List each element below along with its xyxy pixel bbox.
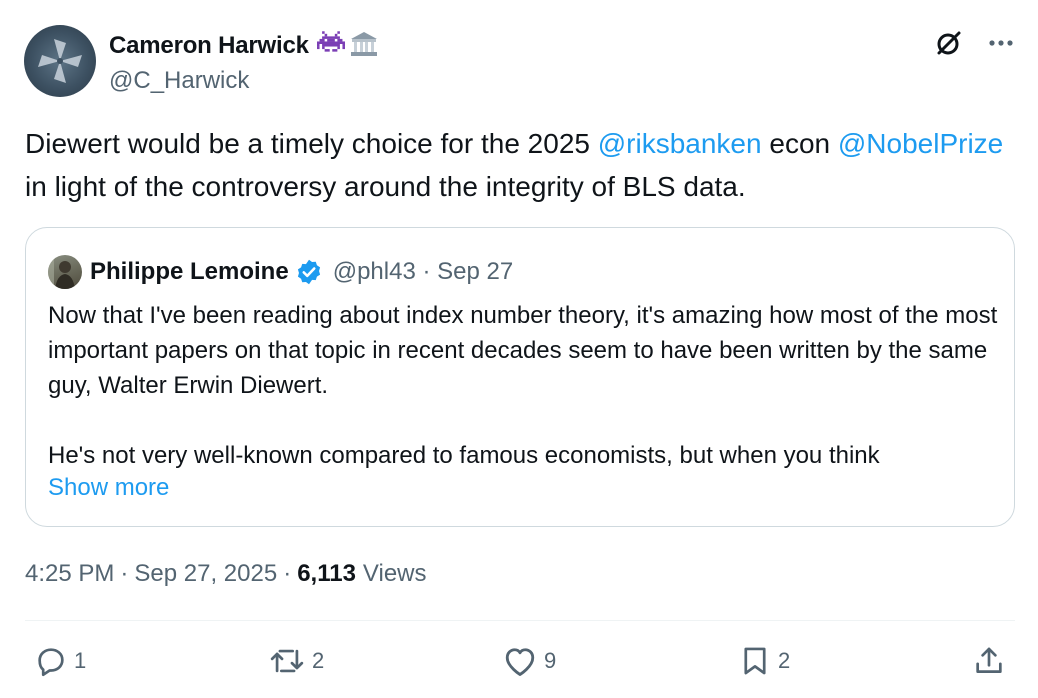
quoted-tweet-card[interactable]: Philippe Lemoine @phl43 · Sep 27 Now tha…: [25, 227, 1015, 527]
author-handle[interactable]: @C_Harwick: [109, 67, 249, 95]
quoted-paragraph: He's not very well-known compared to fam…: [48, 442, 880, 469]
quoted-paragraph: Now that I've been reading about index n…: [48, 302, 998, 399]
mention-nobelprize-link[interactable]: @NobelPrize: [838, 128, 1003, 159]
like-button[interactable]: 9: [502, 644, 556, 678]
bookmark-count: 2: [778, 648, 791, 673]
views-label: Views: [362, 560, 427, 587]
top-actions: [934, 29, 1014, 57]
repost-button[interactable]: 2: [268, 644, 324, 678]
heart-icon: [505, 648, 535, 676]
alien-monster-icon: [316, 30, 345, 62]
tweet-text: Diewert would be a timely choice for the…: [25, 122, 1005, 208]
more-icon[interactable]: [988, 39, 1014, 47]
divider: [25, 620, 1015, 621]
quoted-handle-date[interactable]: @phl43 · Sep 27: [333, 258, 513, 286]
tweet-time[interactable]: 4:25 PM: [25, 560, 114, 588]
like-count: 9: [544, 648, 557, 673]
reply-count: 1: [74, 648, 87, 673]
tweet-text-part: Diewert would be a timely choice for the…: [25, 128, 598, 159]
verified-badge-icon: [295, 258, 323, 286]
tweet-meta: 4:25 PM · Sep 27, 2025 · 6,113 Views: [25, 560, 427, 588]
reply-icon: [38, 648, 64, 677]
quoted-author-avatar[interactable]: [48, 255, 82, 289]
share-icon: [976, 647, 1002, 673]
tweet-text-part: in light of the controversy around the i…: [25, 171, 746, 202]
action-bar: 1 2 9 2: [0, 640, 1038, 690]
repost-icon: [270, 649, 304, 673]
tweet-date[interactable]: Sep 27, 2025: [134, 560, 277, 588]
author-name-row: Cameron Harwick: [109, 30, 379, 62]
pinwheel-logo-icon: [38, 39, 82, 83]
show-more-link[interactable]: Show more: [48, 474, 169, 502]
share-button[interactable]: [972, 644, 1006, 678]
tweet-text-part: econ: [761, 128, 838, 159]
views-count: 6,113: [297, 560, 356, 587]
quoted-tweet-header: Philippe Lemoine @phl43 · Sep 27: [48, 254, 513, 290]
quoted-tweet-body: Now that I've been reading about index n…: [48, 298, 998, 473]
mention-riksbanken-link[interactable]: @riksbanken: [598, 128, 762, 159]
meta-separator: ·: [283, 560, 292, 587]
meta-separator: ·: [120, 560, 129, 587]
author-display-name[interactable]: Cameron Harwick: [109, 32, 309, 60]
bookmark-icon: [744, 647, 766, 675]
classical-building-icon: [349, 30, 379, 63]
bookmark-button[interactable]: 2: [738, 644, 790, 678]
quoted-author-name[interactable]: Philippe Lemoine: [90, 258, 289, 286]
grok-icon[interactable]: [934, 29, 962, 57]
author-avatar[interactable]: [24, 25, 96, 97]
reply-button[interactable]: 1: [34, 644, 86, 678]
repost-count: 2: [312, 648, 325, 673]
